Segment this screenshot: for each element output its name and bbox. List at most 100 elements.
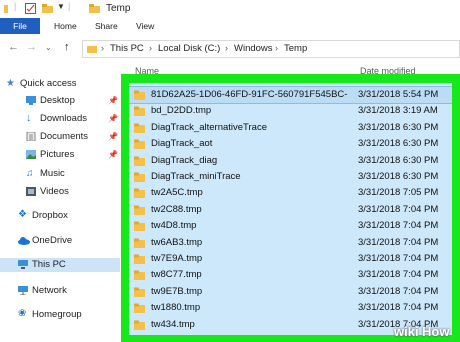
file-row[interactable]: tw8C77.tmp 3/31/2018 7:04 PM <box>129 267 452 283</box>
pictures-icon <box>26 150 36 159</box>
file-date-modified: 3/31/2018 7:04 PM <box>358 236 439 248</box>
file-name: tw2C88.tmp <box>151 203 202 215</box>
tab-share[interactable]: Share <box>95 18 118 34</box>
file-row[interactable]: tw4D8.tmp 3/31/2018 7:04 PM <box>129 218 452 234</box>
folder-icon <box>134 188 145 199</box>
title-bar: | ▼ | Temp <box>0 0 460 18</box>
breadcrumb-local-disk[interactable]: Local Disk (C:) <box>158 43 220 54</box>
file-name: tw6AB3.tmp <box>151 236 203 248</box>
file-date-modified: 3/31/2018 7:04 PM <box>358 269 439 281</box>
breadcrumb-windows[interactable]: Windows <box>234 43 273 54</box>
breadcrumb-separator[interactable]: › <box>101 43 104 53</box>
watermark-wiki-text: wiki <box>394 324 419 339</box>
file-name: bd_D2DD.tmp <box>151 105 212 117</box>
file-row[interactable]: tw2A5C.tmp 3/31/2018 7:05 PM <box>129 185 452 201</box>
file-date-modified: 3/31/2018 7:04 PM <box>358 220 439 232</box>
back-arrow-icon[interactable]: ← <box>8 41 19 53</box>
file-row[interactable]: tw2C88.tmp 3/31/2018 7:04 PM <box>129 202 452 218</box>
properties-icon[interactable] <box>25 3 36 14</box>
file-list[interactable]: 81D62A25-1D06-46FD-91FC-560791F545BC-S..… <box>129 83 452 335</box>
tab-view[interactable]: View <box>136 18 154 34</box>
file-name: tw2A5C.tmp <box>151 187 203 199</box>
nav-item-dropbox[interactable]: ❖ Dropbox <box>0 209 120 223</box>
file-row[interactable]: 81D62A25-1D06-46FD-91FC-560791F545BC-S..… <box>129 86 452 104</box>
folder-icon <box>89 4 100 13</box>
folder-icon <box>134 287 145 297</box>
nav-item-network[interactable]: Network <box>0 284 120 298</box>
pin-icon: 📌 <box>108 132 118 141</box>
separator: | <box>68 1 71 11</box>
customize-toolbar-icon[interactable]: ▼ <box>57 2 65 11</box>
address-row: ← → ⌄ ↑ › This PC › Local Disk (C:) › Wi… <box>0 38 460 58</box>
nav-label: OneDrive <box>32 235 73 246</box>
new-folder-icon[interactable] <box>42 3 53 14</box>
up-arrow-icon[interactable]: ↑ <box>64 41 70 53</box>
onedrive-icon <box>18 237 30 245</box>
folder-icon <box>134 172 145 182</box>
file-name: DiagTrack_diag <box>151 154 218 166</box>
nav-label: Music <box>40 168 65 179</box>
nav-label: Videos <box>40 186 69 197</box>
breadcrumb-separator[interactable]: › <box>149 43 152 53</box>
file-row[interactable]: DiagTrack_miniTrace 3/31/2018 6:30 PM <box>129 169 452 185</box>
file-date-modified: 3/31/2018 6:30 PM <box>358 154 439 166</box>
file-date-modified: 3/31/2018 6:30 PM <box>358 171 439 182</box>
nav-item-downloads[interactable]: ↓ Downloads 📌 <box>0 112 120 126</box>
file-date-modified: 3/31/2018 7:04 PM <box>358 285 439 297</box>
file-date-modified: 3/31/2018 7:04 PM <box>358 203 439 215</box>
music-icon: ♫ <box>26 168 34 179</box>
nav-item-videos[interactable]: Videos <box>0 185 120 199</box>
network-icon <box>18 286 28 295</box>
wikihow-watermark: wiki How <box>390 322 460 342</box>
nav-item-homegroup[interactable]: ❀ Homegroup <box>0 308 120 322</box>
folder-icon <box>134 320 145 330</box>
file-row[interactable]: tw7E9A.tmp 3/31/2018 7:04 PM <box>129 251 452 267</box>
file-row[interactable]: DiagTrack_alternativeTrace 3/31/2018 6:30… <box>129 120 452 136</box>
separator: | <box>14 1 17 11</box>
folder-icon <box>134 303 145 314</box>
star-icon: ★ <box>6 78 15 89</box>
nav-item-quick-access[interactable]: ★ Quick access <box>0 77 120 91</box>
recent-locations-icon[interactable]: ⌄ <box>45 43 52 52</box>
nav-label: Documents <box>40 131 89 142</box>
file-row[interactable]: DiagTrack_aot 3/31/2018 6:30 PM <box>129 136 452 152</box>
file-date-modified: 3/31/2018 5:54 PM <box>358 89 439 100</box>
watermark-how-text: How <box>422 324 450 339</box>
breadcrumb-separator[interactable]: › <box>275 43 278 53</box>
nav-item-this-pc[interactable]: This PC <box>0 258 120 272</box>
file-row[interactable]: tw9E7B.tmp 3/31/2018 7:04 PM <box>129 284 452 300</box>
forward-arrow-icon[interactable]: → <box>26 41 37 53</box>
ribbon-tabs: File Home Share View <box>0 18 460 34</box>
file-row[interactable]: tw6AB3.tmp 3/31/2018 7:04 PM <box>129 235 452 251</box>
pin-icon: 📌 <box>108 114 118 123</box>
nav-item-onedrive[interactable]: OneDrive <box>0 234 120 248</box>
address-bar[interactable]: › This PC › Local Disk (C:) › Windows › … <box>82 40 460 58</box>
file-row[interactable]: bd_D2DD.tmp 3/31/2018 3:19 AM <box>129 103 452 119</box>
desktop-folder-icon <box>26 96 36 105</box>
file-date-modified: 3/31/2018 6:30 PM <box>358 138 439 150</box>
nav-label: Quick access <box>20 78 77 89</box>
nav-label: This PC <box>32 259 66 270</box>
folder-icon <box>134 106 145 117</box>
breadcrumb-temp[interactable]: Temp <box>284 43 307 54</box>
file-name: tw4D8.tmp <box>151 220 197 232</box>
breadcrumb-this-pc[interactable]: This PC <box>110 43 144 54</box>
file-row[interactable]: DiagTrack_diag 3/31/2018 6:30 PM <box>129 153 452 169</box>
nav-item-pictures[interactable]: Pictures 📌 <box>0 148 120 162</box>
breadcrumb-separator[interactable]: › <box>225 43 228 53</box>
tab-home[interactable]: Home <box>54 18 77 34</box>
documents-icon <box>26 132 36 141</box>
nav-item-documents[interactable]: Documents 📌 <box>0 130 120 144</box>
file-name: tw8C77.tmp <box>151 269 202 281</box>
folder-icon <box>134 123 145 133</box>
nav-item-desktop[interactable]: Desktop 📌 <box>0 94 120 108</box>
navigation-pane: ★ Quick access Desktop 📌 ↓ Downloads 📌 D… <box>0 62 120 342</box>
nav-label: Homegroup <box>32 309 82 320</box>
file-row[interactable]: tw1880.tmp 3/31/2018 7:04 PM <box>129 300 452 316</box>
nav-item-music[interactable]: ♫ Music <box>0 167 120 181</box>
file-name: tw1880.tmp <box>151 302 201 314</box>
tab-file[interactable]: File <box>0 18 40 34</box>
file-date-modified: 3/31/2018 3:19 AM <box>358 105 438 117</box>
file-date-modified: 3/31/2018 7:05 PM <box>358 187 439 199</box>
nav-label: Pictures <box>40 149 75 160</box>
